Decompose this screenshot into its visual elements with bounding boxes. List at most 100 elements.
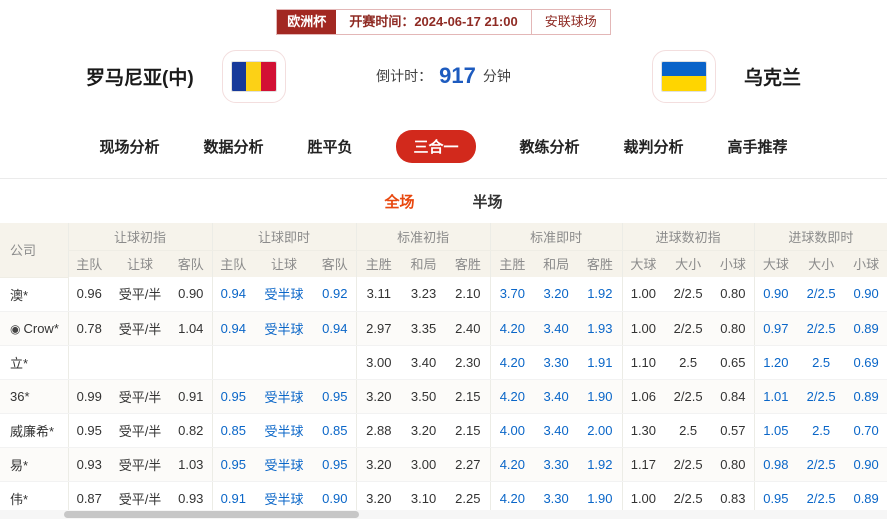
odds-cell: 1.93	[578, 311, 623, 346]
column-header: 小球	[845, 250, 887, 277]
odds-cell: 0.65	[712, 345, 755, 380]
column-header: 大小	[797, 250, 846, 277]
odds-cell: 1.91	[578, 345, 623, 380]
odds-cell: 3.20	[401, 413, 447, 448]
away-team-name: 乌克兰	[743, 67, 801, 89]
odds-cell: 0.95	[314, 447, 357, 482]
nav-tab-6[interactable]: 裁判分析	[624, 136, 684, 157]
odds-cell: 3.40	[534, 311, 579, 346]
company-label: 澳*	[10, 287, 29, 303]
odds-cell: 受半球	[254, 277, 315, 312]
odds-cell: 受平/半	[110, 413, 170, 448]
odds-cell: 受平/半	[110, 379, 170, 414]
odds-cell: 3.50	[401, 379, 447, 414]
odds-cell: 2.30	[446, 345, 491, 380]
nav-tab-1[interactable]: 现场分析	[99, 136, 159, 157]
odds-cell: 2.27	[446, 447, 491, 482]
odds-cell: 3.40	[401, 345, 447, 380]
company-label: Crow*	[23, 320, 59, 336]
table-row: 威廉希* 0.95 受平/半 0.82 0.85 受半球 0.85 2.88 3.20 2.15 4…	[0, 413, 887, 448]
odds-cell: 0.90	[753, 277, 798, 312]
countdown-unit: 分钟	[482, 68, 511, 84]
scrollbar-thumb[interactable]	[64, 511, 359, 518]
odds-cell: 2.00	[578, 413, 623, 448]
odds-cell: 3.00	[355, 345, 402, 380]
nav-tab-3[interactable]: 胜平负	[307, 136, 352, 157]
odds-cell: 1.90	[578, 379, 623, 414]
odds-cell: 2.10	[446, 277, 491, 312]
nav-tab-5[interactable]: 教练分析	[520, 136, 580, 157]
column-header: 主胜	[355, 250, 402, 277]
nav-tab-4[interactable]: 三合一	[396, 130, 476, 163]
odds-cell: 1.17	[621, 447, 665, 482]
odds-cell: 0.70	[845, 413, 887, 448]
odds-cell: 2.88	[355, 413, 402, 448]
countdown: 倒计时： 917 分钟	[376, 63, 511, 89]
column-header: 主队	[67, 250, 110, 277]
odds-cell: 受半球	[254, 311, 315, 346]
column-header: 让球	[110, 250, 170, 277]
company-label: 36*	[10, 388, 30, 404]
odds-cell: 1.05	[753, 413, 798, 448]
odds-cell: 受半球	[254, 447, 315, 482]
odds-cell: 2.40	[446, 311, 491, 346]
nav-tab-2[interactable]: 数据分析	[203, 136, 263, 157]
odds-cell	[314, 345, 357, 380]
odds-cell	[170, 345, 213, 380]
odds-cell: 0.95	[211, 447, 255, 482]
teams-header: 罗马尼亚(中) 倒计时： 917 分钟 乌克兰	[0, 35, 887, 117]
odds-cell: 0.82	[170, 413, 213, 448]
odds-cell	[254, 345, 315, 380]
target-icon: ◉	[10, 321, 21, 336]
odds-cell: 3.20	[534, 277, 579, 312]
odds-cell: 0.94	[211, 311, 255, 346]
odds-cell: 2/2.5	[797, 277, 846, 312]
match-time-label: 开赛时间：	[349, 14, 415, 29]
odds-cell: 3.35	[401, 311, 447, 346]
company-name[interactable]: 威廉希*	[0, 413, 68, 448]
sub-tab-1[interactable]: 全场	[384, 191, 414, 212]
odds-cell: 0.95	[314, 379, 357, 414]
horizontal-scrollbar[interactable]	[0, 510, 887, 519]
odds-cell	[211, 345, 255, 380]
odds-cell: 3.20	[355, 379, 402, 414]
countdown-label: 倒计时：	[376, 68, 433, 84]
odds-cell: 受半球	[254, 379, 315, 414]
company-name[interactable]: 36*	[0, 379, 68, 414]
match-time-value: 2024-06-17 21:00	[414, 14, 518, 29]
odds-cell: 0.89	[845, 379, 887, 414]
odds-cell: 0.80	[712, 311, 755, 346]
odds-cell	[67, 345, 110, 380]
group-header-6: 进球数即时	[753, 223, 887, 251]
company-label: 伟*	[10, 491, 29, 507]
group-header-2: 让球即时	[211, 223, 357, 251]
odds-cell: 0.85	[211, 413, 255, 448]
nav-tab-7[interactable]: 高手推荐	[728, 136, 788, 157]
odds-cell: 0.90	[845, 447, 887, 482]
odds-cell: 0.90	[845, 277, 887, 312]
column-header: 大球	[621, 250, 665, 277]
column-header: 大球	[753, 250, 798, 277]
company-name[interactable]: 易*	[0, 447, 68, 482]
sub-tab-2[interactable]: 半场	[473, 191, 503, 212]
odds-cell: 受半球	[254, 413, 315, 448]
odds-cell: 2/2.5	[797, 447, 846, 482]
group-header-4: 标准即时	[489, 223, 623, 251]
league-badge: 欧洲杯	[277, 10, 337, 34]
odds-cell: 0.85	[314, 413, 357, 448]
company-name[interactable]: 澳*	[0, 277, 68, 312]
column-header: 和局	[401, 250, 447, 277]
company-name[interactable]: 立*	[0, 345, 68, 380]
column-header: 和局	[534, 250, 579, 277]
odds-cell: 1.00	[621, 277, 665, 312]
odds-cell: 2/2.5	[797, 379, 846, 414]
odds-cell: 2.15	[446, 379, 491, 414]
company-name[interactable]: ◉ Crow*	[0, 311, 68, 346]
odds-cell: 0.98	[753, 447, 798, 482]
odds-table: 公司 让球初指 让球即时 标准初指 标准即时 进球数初指 进球数即时 主队 让球 客队 主队 让球 客队…	[0, 223, 887, 516]
home-team: 罗马尼亚(中)	[86, 49, 286, 103]
odds-cell: 1.30	[621, 413, 665, 448]
company-label: 立*	[10, 355, 29, 371]
odds-cell: 0.57	[712, 413, 755, 448]
nav-tabs: 现场分析 数据分析 胜平负 三合一 教练分析 裁判分析 高手推荐	[0, 117, 887, 178]
